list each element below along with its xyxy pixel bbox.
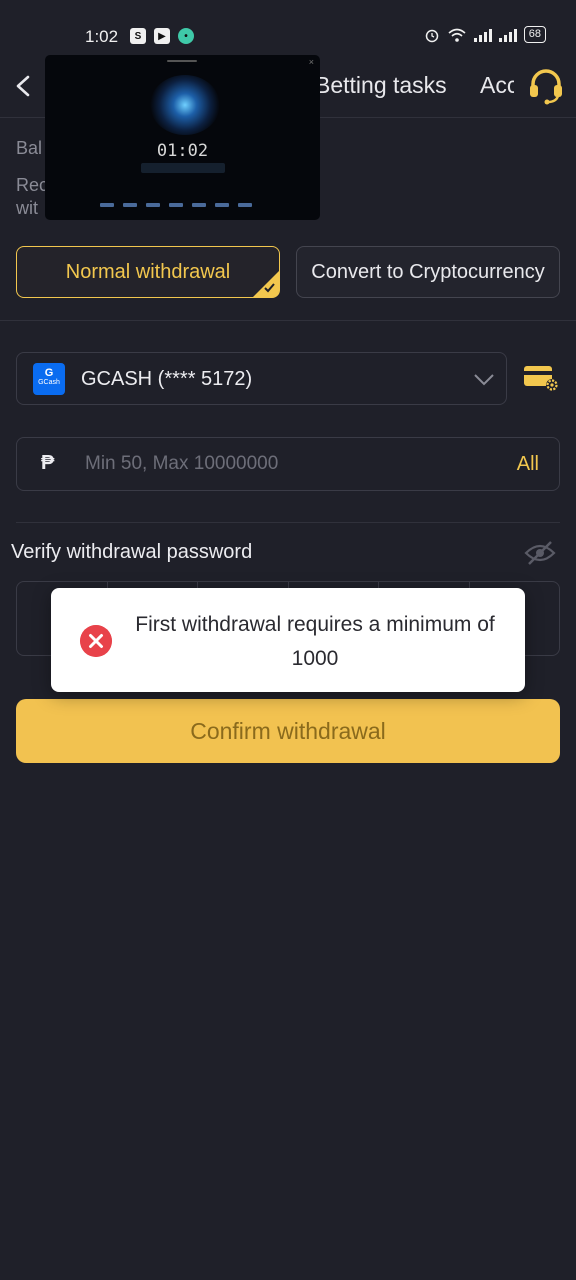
signal-icon-2 bbox=[498, 28, 517, 42]
selected-check-icon bbox=[253, 271, 279, 297]
video-controls[interactable] bbox=[100, 203, 252, 207]
close-icon[interactable]: × bbox=[309, 57, 314, 67]
info-line-1: Rec bbox=[16, 175, 49, 195]
status-system-icons: 68 bbox=[424, 26, 546, 43]
youtube-icon: ▶ bbox=[154, 28, 170, 44]
confirm-withdrawal-button[interactable]: Confirm withdrawal bbox=[16, 699, 560, 763]
account-select[interactable]: G GCash GCASH (**** 5172) bbox=[16, 352, 507, 405]
battery-icon: 68 bbox=[523, 26, 546, 43]
error-icon bbox=[80, 625, 112, 657]
balance-label: Bal bbox=[16, 138, 43, 158]
eye-hidden-icon[interactable] bbox=[524, 540, 556, 566]
gcash-logo-mark: G bbox=[44, 367, 54, 379]
account-label: GCASH (**** 5172) bbox=[81, 368, 253, 390]
section-divider bbox=[0, 320, 576, 321]
wifi-icon bbox=[448, 28, 466, 42]
convert-crypto-button[interactable]: Convert to Cryptocurrency bbox=[296, 246, 560, 298]
back-arrow-icon[interactable] bbox=[10, 72, 38, 100]
card-settings-icon[interactable] bbox=[522, 362, 560, 394]
video-timer: 01:02 bbox=[156, 141, 209, 161]
status-time: 1:02 bbox=[85, 27, 119, 46]
video-thumbnail bbox=[150, 75, 220, 135]
convert-crypto-label: Convert to Cryptocurrency bbox=[311, 260, 545, 283]
currency-symbol: ₱ bbox=[41, 452, 55, 474]
status-notification-icons: S ▶ • bbox=[130, 28, 194, 44]
toast-message: First withdrawal requires a minimum of 1… bbox=[135, 613, 495, 670]
tab-account[interactable]: Account bbox=[480, 72, 514, 99]
tab-betting-tasks[interactable]: Betting tasks bbox=[315, 72, 447, 99]
shopee-icon: S bbox=[130, 28, 146, 44]
amount-field[interactable]: ₱ All bbox=[16, 437, 560, 491]
chevron-down-icon bbox=[474, 374, 494, 386]
divider bbox=[16, 522, 560, 523]
normal-withdrawal-label: Normal withdrawal bbox=[65, 260, 231, 283]
signal-icon bbox=[473, 28, 492, 42]
floating-video-player[interactable]: × 01:02 bbox=[45, 55, 320, 220]
alarm-icon bbox=[425, 29, 438, 42]
normal-withdrawal-button[interactable]: Normal withdrawal bbox=[16, 246, 280, 298]
info-line-2: wit bbox=[16, 198, 38, 218]
drag-handle[interactable] bbox=[167, 60, 197, 62]
all-amount-button[interactable]: All bbox=[517, 453, 539, 476]
gcash-logo-text: GCash bbox=[38, 379, 60, 386]
video-caption-bar bbox=[141, 163, 225, 173]
chat-icon: • bbox=[178, 28, 194, 44]
gcash-logo: G GCash bbox=[33, 363, 65, 395]
password-label: Verify withdrawal password bbox=[11, 541, 253, 563]
headset-support-icon[interactable] bbox=[526, 66, 566, 106]
error-toast: First withdrawal requires a minimum of 1… bbox=[51, 588, 525, 692]
amount-input[interactable] bbox=[85, 448, 485, 480]
